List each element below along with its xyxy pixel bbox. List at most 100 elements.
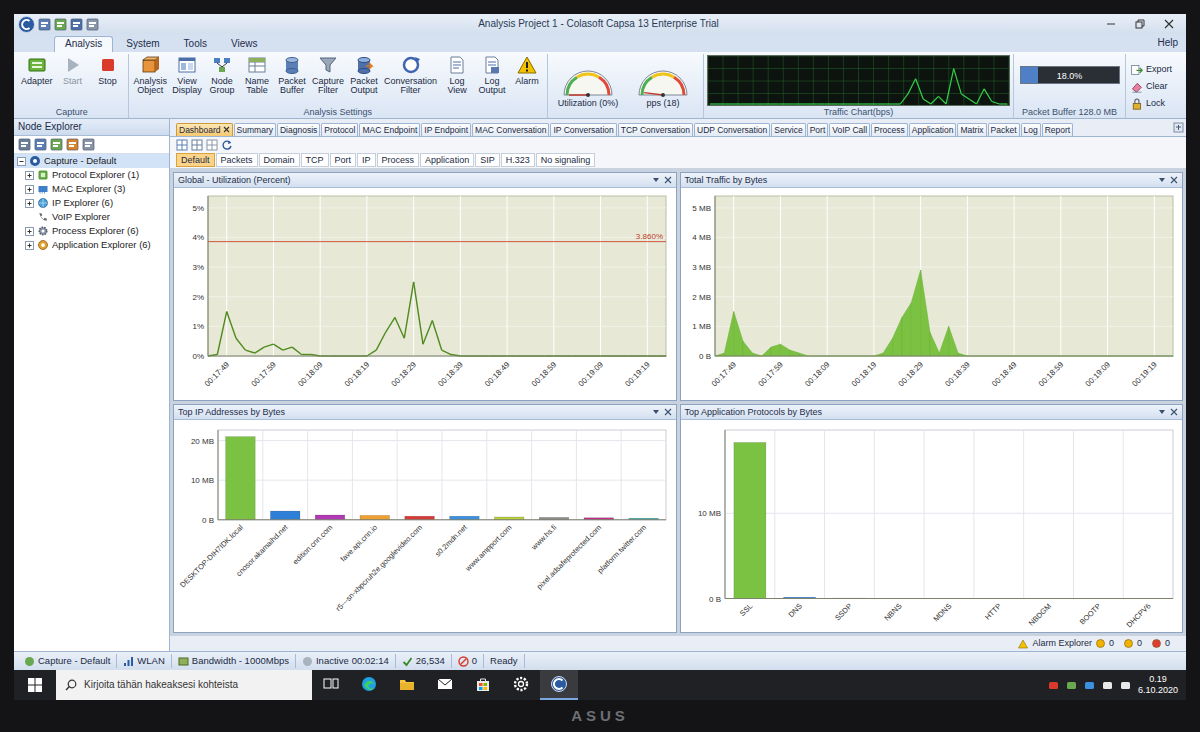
layout-tab[interactable]: TCP [301,153,329,167]
expand-icon[interactable] [25,171,34,180]
taskbar-app[interactable] [312,670,350,700]
capsa-icon[interactable] [550,675,568,693]
tree-item[interactable]: Application Explorer (6) [14,238,169,252]
taskbar-app[interactable] [350,670,388,700]
action-button[interactable]: Lock [1130,97,1184,110]
close-icon[interactable] [664,176,672,184]
ribbon-tab[interactable]: Analysis [54,36,113,52]
tool-icon[interactable] [50,138,63,151]
document-icon[interactable] [482,55,502,75]
ribbon-button[interactable]: Log Output [475,54,509,106]
layout-tab[interactable]: No signaling [536,153,596,167]
eraser-icon[interactable] [1130,80,1143,93]
layout-tab[interactable]: IP [357,153,376,167]
task-view-icon[interactable] [322,675,340,693]
layout-tab[interactable]: H.323 [501,153,535,167]
tree-item[interactable]: VoIP Explorer [14,210,169,224]
folder-icon[interactable] [398,675,416,693]
windows-icon[interactable] [28,678,42,692]
gear-icon[interactable] [512,675,530,693]
view-tab[interactable]: Application [909,123,957,136]
ribbon-button[interactable]: Name Table [240,54,274,106]
view-tab[interactable]: Packet [988,123,1020,136]
view-tab[interactable]: IP Conversation [550,123,616,136]
start-button[interactable] [14,670,56,700]
refresh-icon[interactable] [221,139,233,151]
close-icon[interactable] [664,408,672,416]
network-icon[interactable] [1066,680,1077,691]
dropdown-icon[interactable] [1158,408,1166,416]
view-tab[interactable]: Service [771,123,805,136]
expand-icon[interactable] [25,185,34,194]
quick-access-icon[interactable] [38,18,51,31]
table-icon[interactable] [247,55,267,75]
capsa-logo-icon[interactable] [18,16,35,33]
ribbon-button[interactable]: Capture Filter [310,54,346,106]
view-tab[interactable]: Report [1042,123,1074,136]
stop-icon[interactable] [98,55,118,75]
tree-item[interactable]: Process Explorer (6) [14,224,169,238]
database-icon[interactable] [354,55,374,75]
view-tab[interactable]: Dashboard [176,123,233,136]
expand-icon[interactable] [25,199,34,208]
ring-icon[interactable] [401,55,421,75]
tool-icon[interactable] [66,138,79,151]
tool-icon[interactable] [34,138,47,151]
window-icon[interactable] [177,55,197,75]
dropdown-icon[interactable] [652,176,660,184]
battery-icon[interactable] [1120,680,1131,691]
tool-icon[interactable] [82,138,95,151]
view-tab[interactable]: TCP Conversation [618,123,693,136]
cloud-icon[interactable] [1084,680,1095,691]
database-icon[interactable] [282,55,302,75]
ribbon-button[interactable]: Analysis Object [132,54,170,106]
taskbar-app[interactable] [464,670,502,700]
shield-icon[interactable] [1048,680,1059,691]
action-button[interactable]: Export [1130,63,1184,76]
tool-icon[interactable] [18,138,31,151]
view-tab[interactable]: MAC Endpoint [359,123,420,136]
clock[interactable]: 0.196.10.2020 [1138,674,1178,697]
document-icon[interactable] [447,55,467,75]
ribbon-button[interactable]: View Display [170,54,204,106]
shopping-bag-icon[interactable] [474,675,492,693]
lock-icon[interactable] [1130,97,1143,110]
ribbon-button[interactable]: Log View [440,54,474,106]
ribbon-button[interactable]: Adapter [19,54,55,106]
taskbar-app[interactable] [388,670,426,700]
layout-icon[interactable] [176,139,188,151]
view-tab[interactable]: Protocol [321,123,358,136]
alarm-explorer[interactable]: Alarm Explorer [1032,638,1092,649]
taskbar-app[interactable] [502,670,540,700]
view-tab[interactable]: Port [807,123,829,136]
view-tab[interactable]: Process [871,123,908,136]
pin-icon[interactable] [1173,122,1184,133]
taskbar-app[interactable] [540,670,578,700]
ribbon-button[interactable]: Node Group [205,54,239,106]
ribbon-tab[interactable]: System [115,36,170,52]
taskbar-app[interactable] [426,670,464,700]
ribbon-tab[interactable]: Tools [173,36,218,52]
view-tab[interactable]: IP Endpoint [421,123,471,136]
view-tab[interactable]: Log [1021,123,1041,136]
layout-tab[interactable]: Domain [259,153,300,167]
view-tab[interactable]: UDP Conversation [694,123,770,136]
taskbar-search[interactable]: Kirjoita tähän hakeaksesi kohteista [56,670,312,700]
export-icon[interactable] [1130,63,1143,76]
layout-tab[interactable]: Port [330,153,357,167]
layout-tab[interactable]: Default [176,153,215,167]
expand-icon[interactable] [25,227,34,236]
tree-item[interactable]: MAC Explorer (3) [14,182,169,196]
expand-icon[interactable] [25,241,34,250]
ribbon-button[interactable]: Stop [91,54,125,106]
edge-icon[interactable] [360,675,378,693]
quick-access-icon[interactable] [70,18,83,31]
minimize-icon[interactable] [1106,19,1116,29]
layout-tab[interactable]: SIP [475,153,500,167]
restore-icon[interactable] [1135,19,1145,29]
adapter-icon[interactable] [27,55,47,75]
layout-tab[interactable]: Process [377,153,420,167]
layout-tab[interactable]: Packets [216,153,258,167]
close-icon[interactable] [1164,19,1174,29]
tree-item[interactable]: IP Explorer (6) [14,196,169,210]
